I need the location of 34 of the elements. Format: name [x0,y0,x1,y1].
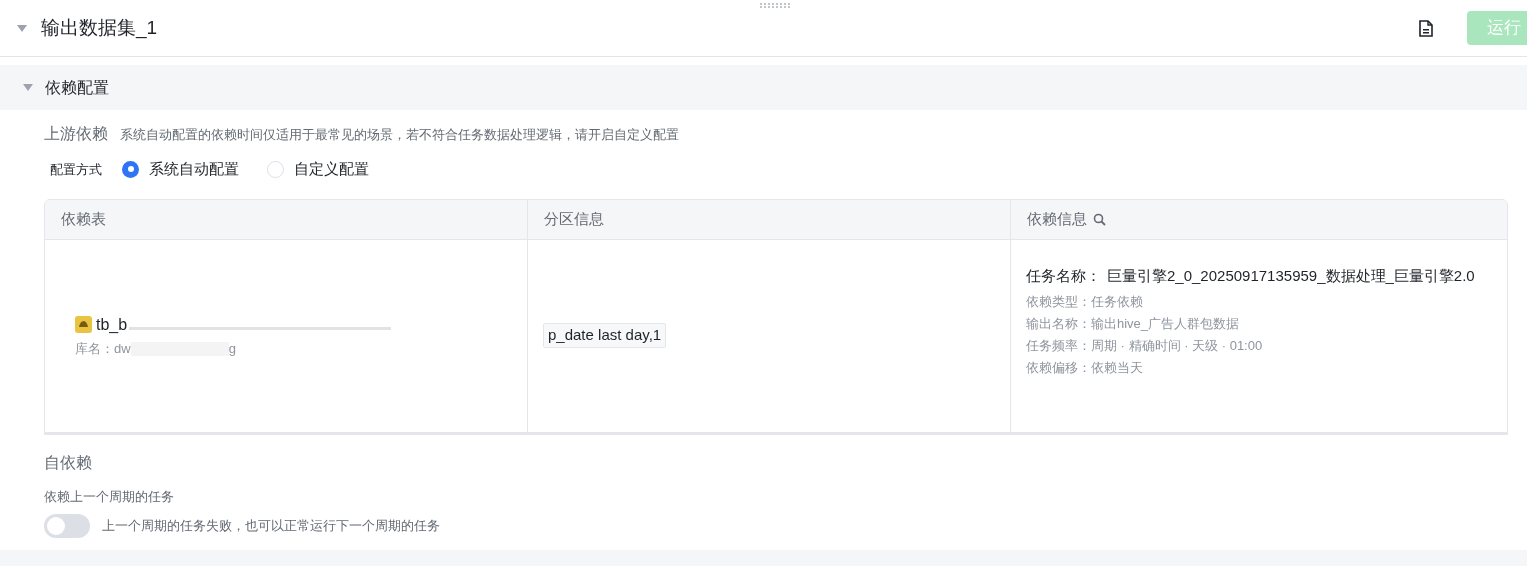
upstream-hint: 系统自动配置的依赖时间仅适用于最常见的场景，若不符合任务数据处理逻辑，请开启自定义配置 [120,126,679,144]
toggle-description: 上一个周期的任务失败，也可以正常运行下一个周期的任务 [102,517,440,536]
radio-icon[interactable] [122,160,139,178]
section-header[interactable]: 依赖配置 [0,65,1527,110]
mode-label: 配置方式 [50,160,102,179]
task-name: 巨量引擎2_0_20250917135959_数据处理_巨量引擎2.0 [1107,265,1475,286]
database-name-start: dw [114,339,131,358]
collapse-caret-icon[interactable] [17,24,27,32]
radio-option[interactable]: 自定义配置 [267,158,369,181]
upstream-title: 上游依赖 [44,124,108,144]
document-icon[interactable] [1419,19,1433,37]
column-header: 依赖信息 [1011,199,1507,239]
table-icon [75,316,92,334]
radio-option[interactable]: 系统自动配置 [122,158,239,181]
column-header: 分区信息 [528,199,1011,239]
dependency-detail: 输出名称：输出hive_广告人群包数据 [1026,315,1241,333]
column-header: 依赖表 [45,199,528,239]
drag-handle-icon[interactable] [760,3,792,8]
search-icon[interactable] [1093,212,1106,226]
task-name-label: 任务名称： [1026,265,1101,286]
self-dependency-label: 依赖上一个周期的任务 [44,487,175,506]
self-dependency-title: 自依赖 [44,452,93,473]
table-name: tb_b [96,314,128,335]
radio-icon[interactable] [267,160,284,178]
database-name-end: g [228,339,236,358]
database-label: 库名： [75,339,114,358]
dependency-detail: 依赖类型：任务依赖 [1026,293,1144,311]
dataset-title: 输出数据集_1 [41,15,158,41]
section-title: 依赖配置 [45,77,109,98]
toggle-switch[interactable] [44,514,90,538]
section-caret-icon[interactable] [23,84,33,91]
dependency-detail: 依赖偏移：依赖当天 [1026,359,1144,377]
partition-tag: p_date last day,1 [543,323,667,348]
dependency-detail: 任务频率：周期 · 精确时间 · 天级 · 01:00 [1026,337,1264,355]
